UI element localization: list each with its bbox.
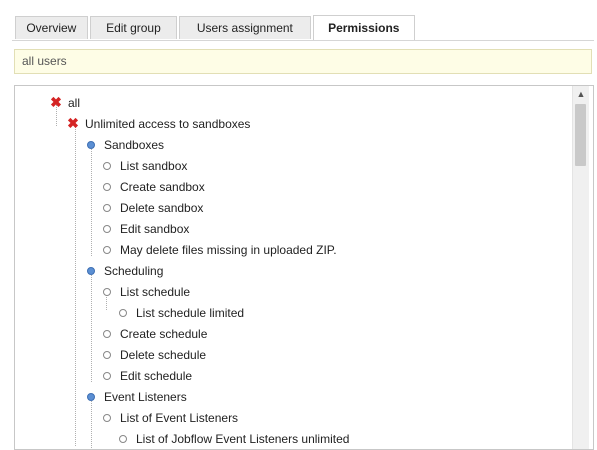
tree-node-label: Edit schedule xyxy=(120,368,193,383)
tree-node-list-sandbox[interactable]: List sandbox xyxy=(15,155,571,176)
tab-divider xyxy=(12,40,594,41)
permissions-tree-panel: ✖ all ✖ Unlimited access to sandboxes Sa… xyxy=(14,85,594,450)
circle-icon xyxy=(103,371,111,380)
group-name-banner: all users xyxy=(14,49,592,74)
tree-node-label: all xyxy=(68,95,81,110)
tree-node-label: Delete schedule xyxy=(120,347,207,362)
tree-node-label: List sandbox xyxy=(120,158,188,173)
permissions-tree: ✖ all ✖ Unlimited access to sandboxes Sa… xyxy=(15,86,571,449)
tab-bar: Overview Edit group Users assignment Per… xyxy=(15,15,417,40)
tree-node-label: Create sandbox xyxy=(120,179,205,194)
circle-icon xyxy=(103,245,111,254)
scrollbar-thumb[interactable] xyxy=(575,104,586,166)
tab-permissions[interactable]: Permissions xyxy=(312,15,416,40)
tree-node-event-listeners[interactable]: Event Listeners xyxy=(15,386,571,407)
tree-node-label: Delete sandbox xyxy=(120,200,204,215)
circle-icon xyxy=(103,203,111,212)
scroll-up-arrow-icon[interactable]: ▲ xyxy=(573,86,589,102)
tree-node-list-schedule-limited[interactable]: List schedule limited xyxy=(15,302,571,323)
tree-node-label: List of Event Listeners xyxy=(120,410,239,425)
tree-node-delete-schedule[interactable]: Delete schedule xyxy=(15,344,571,365)
tree-node-label: List schedule limited xyxy=(136,305,245,320)
circle-icon xyxy=(103,182,111,191)
blue-dot-icon xyxy=(87,140,95,149)
circle-icon xyxy=(103,350,111,359)
vertical-scrollbar[interactable]: ▲ xyxy=(572,86,589,449)
deny-x-icon[interactable]: ✖ xyxy=(66,115,80,132)
circle-icon xyxy=(119,434,127,443)
tree-node-label: List of Jobflow Event Listeners unlimite… xyxy=(136,431,350,446)
tree-node-sandboxes[interactable]: Sandboxes xyxy=(15,134,571,155)
circle-icon xyxy=(103,413,111,422)
tab-users-assignment[interactable]: Users assignment xyxy=(179,16,311,39)
tab-edit-group[interactable]: Edit group xyxy=(89,16,178,39)
tree-node-unlimited-sandboxes[interactable]: ✖ Unlimited access to sandboxes xyxy=(15,113,571,134)
tree-node-list-event-listeners[interactable]: List of Event Listeners xyxy=(15,407,571,428)
circle-icon xyxy=(103,224,111,233)
tree-node-create-sandbox[interactable]: Create sandbox xyxy=(15,176,571,197)
deny-x-icon[interactable]: ✖ xyxy=(49,94,63,111)
tree-node-edit-schedule[interactable]: Edit schedule xyxy=(15,365,571,386)
tree-node-jobflow-listeners-unlimited[interactable]: List of Jobflow Event Listeners unlimite… xyxy=(15,428,571,449)
tree-node-label: List schedule xyxy=(120,284,191,299)
tree-node-label: Edit sandbox xyxy=(120,221,190,236)
tree-node-label: Event Listeners xyxy=(104,389,187,404)
tree-node-list-schedule[interactable]: List schedule xyxy=(15,281,571,302)
tree-node-label: Create schedule xyxy=(120,326,208,341)
tree-node-delete-missing-zip[interactable]: May delete files missing in uploaded ZIP… xyxy=(15,239,571,260)
circle-icon xyxy=(103,161,111,170)
tree-node-label: Unlimited access to sandboxes xyxy=(85,116,251,131)
blue-dot-icon xyxy=(87,266,95,275)
tree-node-label: May delete files missing in uploaded ZIP… xyxy=(120,242,337,257)
tree-node-scheduling[interactable]: Scheduling xyxy=(15,260,571,281)
tab-overview[interactable]: Overview xyxy=(15,16,88,39)
tree-node-delete-sandbox[interactable]: Delete sandbox xyxy=(15,197,571,218)
circle-icon xyxy=(103,287,111,296)
tree-node-label: Scheduling xyxy=(104,263,164,278)
circle-icon xyxy=(103,329,111,338)
blue-dot-icon xyxy=(87,392,95,401)
tree-node-create-schedule[interactable]: Create schedule xyxy=(15,323,571,344)
tree-node-edit-sandbox[interactable]: Edit sandbox xyxy=(15,218,571,239)
tree-node-all[interactable]: ✖ all xyxy=(15,92,571,113)
circle-icon xyxy=(119,308,127,317)
tree-node-label: Sandboxes xyxy=(104,137,165,152)
